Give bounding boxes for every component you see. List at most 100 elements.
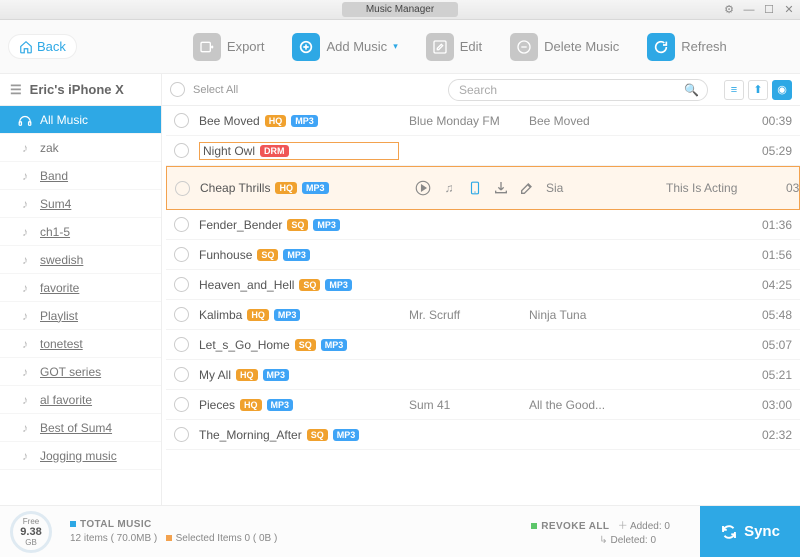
delete-label: Delete Music <box>544 39 619 54</box>
export-button[interactable]: Export <box>193 33 265 61</box>
sidebar-item-label: al favorite <box>40 393 92 407</box>
minimize-icon[interactable]: — <box>742 3 756 17</box>
track-row[interactable]: Funhouse SQ MP301:56 <box>166 240 800 270</box>
track-row[interactable]: My All HQ MP3 05:21 <box>166 360 800 390</box>
track-row[interactable]: The_Morning_After SQ MP302:32 <box>166 420 800 450</box>
track-checkbox[interactable] <box>174 367 189 382</box>
add-music-button[interactable]: Add Music ▾ <box>292 33 397 61</box>
refresh-button[interactable]: Refresh <box>647 33 727 61</box>
track-row[interactable]: Night Owl DRM05:29 <box>166 136 800 166</box>
device-icon[interactable] <box>466 179 484 197</box>
search-input[interactable]: Search 🔍 <box>448 79 708 101</box>
track-checkbox[interactable] <box>174 337 189 352</box>
track-duration: 01:56 <box>752 248 792 262</box>
sidebar-item-playlist[interactable]: ♪Playlist <box>0 302 161 330</box>
sort-button[interactable]: ⬆ <box>748 80 768 100</box>
sidebar-item-label: Jogging music <box>40 449 117 463</box>
note-icon: ♪ <box>18 365 32 379</box>
track-duration: 03:00 <box>752 398 792 412</box>
edit-label: Edit <box>460 39 482 54</box>
sidebar-item-label: Best of Sum4 <box>40 421 112 435</box>
track-checkbox[interactable] <box>174 217 189 232</box>
track-row[interactable]: Let_s_Go_Home SQ MP305:07 <box>166 330 800 360</box>
hq-badge: HQ <box>275 182 297 194</box>
track-checkbox[interactable] <box>174 113 189 128</box>
track-album: Ninja Tuna <box>529 308 639 322</box>
track-name: My All <box>199 368 231 382</box>
track-checkbox[interactable] <box>174 307 189 322</box>
close-icon[interactable]: ✕ <box>782 3 796 17</box>
import-icon[interactable] <box>492 179 510 197</box>
track-row[interactable]: Heaven_and_Hell SQ MP304:25 <box>166 270 800 300</box>
total-music-detail: 12 items ( 70.0MB ) <box>70 533 157 544</box>
sidebar-item-ch1-5[interactable]: ♪ch1-5 <box>0 218 161 246</box>
hamburger-icon: ☰ <box>10 82 22 98</box>
track-checkbox[interactable] <box>174 277 189 292</box>
track-name: Heaven_and_Hell <box>199 278 294 292</box>
sidebar-item-best-of-sum4[interactable]: ♪Best of Sum4 <box>0 414 161 442</box>
sidebar-item-all-music[interactable]: All Music <box>0 106 161 134</box>
track-duration: 01:36 <box>752 218 792 232</box>
sidebar-item-al-favorite[interactable]: ♪al favorite <box>0 386 161 414</box>
free-label: Free <box>23 517 39 526</box>
device-name: Eric's iPhone X <box>30 82 124 97</box>
track-checkbox[interactable] <box>174 247 189 262</box>
select-all-checkbox[interactable] <box>170 82 185 97</box>
columns-button[interactable]: ◉ <box>772 80 792 100</box>
track-duration: 05:21 <box>752 368 792 382</box>
maximize-icon[interactable]: ☐ <box>762 3 776 17</box>
chevron-down-icon[interactable]: ▾ <box>393 41 398 52</box>
track-name: Funhouse <box>199 248 252 262</box>
mp3-badge: MP3 <box>267 399 294 411</box>
sidebar-item-swedish[interactable]: ♪swedish <box>0 246 161 274</box>
track-checkbox[interactable] <box>174 143 189 158</box>
settings-icon[interactable]: ⚙ <box>722 3 736 17</box>
home-icon <box>19 40 33 54</box>
sidebar-item-band[interactable]: ♪Band <box>0 162 161 190</box>
sync-button[interactable]: Sync <box>700 506 800 557</box>
track-duration: 03:30 <box>786 181 800 195</box>
back-button[interactable]: Back <box>8 34 77 59</box>
note-icon: ♪ <box>18 253 32 267</box>
track-checkbox[interactable] <box>175 181 190 196</box>
note-icon: ♪ <box>18 337 32 351</box>
track-checkbox[interactable] <box>174 427 189 442</box>
sq-badge: SQ <box>257 249 278 261</box>
track-row[interactable]: Fender_Bender SQ MP301:36 <box>166 210 800 240</box>
track-row[interactable]: Bee Moved HQ MP3Blue Monday FMBee Moved0… <box>166 106 800 136</box>
track-duration: 04:25 <box>752 278 792 292</box>
track-rows: Bee Moved HQ MP3Blue Monday FMBee Moved0… <box>162 106 800 505</box>
sidebar-item-label: zak <box>40 141 59 155</box>
mp3-badge: MP3 <box>263 369 290 381</box>
sq-badge: SQ <box>307 429 328 441</box>
track-row[interactable]: Pieces HQ MP3Sum 41All the Good...03:00 <box>166 390 800 420</box>
edit-button[interactable]: Edit <box>426 33 482 61</box>
track-row[interactable]: Cheap Thrills HQ MP3♫SiaThis Is Acting03… <box>166 166 800 210</box>
list-view-button[interactable]: ≡ <box>724 80 744 100</box>
hq-badge: HQ <box>236 369 258 381</box>
sidebar-item-zak[interactable]: ♪ zak <box>0 134 161 162</box>
play-icon[interactable] <box>414 179 432 197</box>
mp3-badge: MP3 <box>321 339 348 351</box>
sidebar-item-label: Playlist <box>40 309 78 323</box>
delete-music-button[interactable]: Delete Music <box>510 33 619 61</box>
edit-track-icon[interactable] <box>518 179 536 197</box>
sidebar-item-favorite[interactable]: ♪favorite <box>0 274 161 302</box>
sidebar-item-tonetest[interactable]: ♪tonetest <box>0 330 161 358</box>
track-duration: 05:07 <box>752 338 792 352</box>
track-artist: Sia <box>546 181 656 195</box>
sidebar-item-sum4[interactable]: ♪Sum4 <box>0 190 161 218</box>
add-music-icon <box>292 33 320 61</box>
sidebar-item-got-series[interactable]: ♪ GOT series <box>0 358 161 386</box>
revoke-label[interactable]: REVOKE ALL <box>541 521 609 532</box>
device-row[interactable]: ☰ Eric's iPhone X <box>0 74 161 106</box>
sidebar-item-jogging-music[interactable]: ♪Jogging music <box>0 442 161 470</box>
track-checkbox[interactable] <box>174 397 189 412</box>
queue-icon[interactable]: ♫ <box>440 179 458 197</box>
note-icon: ♪ <box>18 141 32 155</box>
sidebar-item-label: GOT series <box>40 365 101 379</box>
mp3-badge: MP3 <box>274 309 301 321</box>
mp3-badge: MP3 <box>333 429 360 441</box>
track-row[interactable]: Kalimba HQ MP3Mr. ScruffNinja Tuna05:48 <box>166 300 800 330</box>
mp3-badge: MP3 <box>291 115 318 127</box>
